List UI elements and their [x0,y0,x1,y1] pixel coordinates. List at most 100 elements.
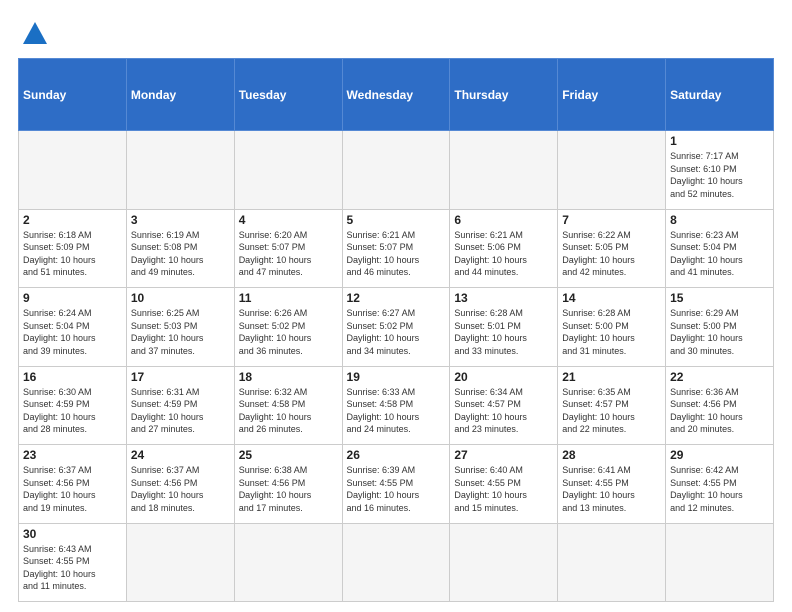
day-number: 27 [454,448,553,462]
day-info: Sunrise: 7:17 AM Sunset: 6:10 PM Dayligh… [670,150,769,200]
day-info: Sunrise: 6:28 AM Sunset: 5:01 PM Dayligh… [454,307,553,357]
day-number: 23 [23,448,122,462]
day-number: 4 [239,213,338,227]
calendar-cell: 9Sunrise: 6:24 AM Sunset: 5:04 PM Daylig… [19,288,127,367]
calendar-cell: 27 Sunrise: 6:40 AM Sunset: 4:55 PM Dayli… [450,445,558,524]
calendar-cell: 15Sunrise: 6:29 AM Sunset: 5:00 PM Dayli… [666,288,774,367]
calendar-cell: 19 Sunrise: 6:33 AM Sunset: 4:58 PM Dayli… [342,366,450,445]
logo-triangle-icon [21,20,49,48]
calendar-cell: 1Sunrise: 7:17 AM Sunset: 6:10 PM Daylig… [666,131,774,210]
day-number: 24 [131,448,230,462]
day-number: 20 [454,370,553,384]
calendar-cell: 20 Sunrise: 6:34 AM Sunset: 4:57 PM Dayli… [450,366,558,445]
weekday-thursday: Thursday [450,59,558,131]
weekday-monday: Monday [126,59,234,131]
calendar-cell: 26Sunrise: 6:39 AM Sunset: 4:55 PM Dayli… [342,445,450,524]
calendar-cell: 18 Sunrise: 6:32 AM Sunset: 4:58 PM Dayli… [234,366,342,445]
day-number: 14 [562,291,661,305]
calendar-cell [19,131,127,210]
day-number: 17 [131,370,230,384]
day-info: Sunrise: 6:29 AM Sunset: 5:00 PM Dayligh… [670,307,769,357]
calendar-cell: 7 Sunrise: 6:22 AM Sunset: 5:05 PM Daylig… [558,209,666,288]
calendar-cell: 10 Sunrise: 6:25 AM Sunset: 5:03 PM Dayli… [126,288,234,367]
calendar-cell [450,131,558,210]
day-number: 25 [239,448,338,462]
day-number: 2 [23,213,122,227]
day-info: Sunrise: 6:27 AM Sunset: 5:02 PM Dayligh… [347,307,446,357]
calendar-cell: 13 Sunrise: 6:28 AM Sunset: 5:01 PM Dayli… [450,288,558,367]
day-info: Sunrise: 6:28 AM Sunset: 5:00 PM Dayligh… [562,307,661,357]
calendar-cell: 16 Sunrise: 6:30 AM Sunset: 4:59 PM Dayli… [19,366,127,445]
calendar-cell: 12 Sunrise: 6:27 AM Sunset: 5:02 PM Dayli… [342,288,450,367]
day-number: 28 [562,448,661,462]
day-info: Sunrise: 6:21 AM Sunset: 5:06 PM Dayligh… [454,229,553,279]
calendar-week-1: 2 Sunrise: 6:18 AM Sunset: 5:09 PM Daylig… [19,209,774,288]
calendar-cell [342,131,450,210]
calendar-cell [666,523,774,602]
day-info: Sunrise: 6:42 AM Sunset: 4:55 PM Dayligh… [670,464,769,514]
calendar-cell: 14 Sunrise: 6:28 AM Sunset: 5:00 PM Dayli… [558,288,666,367]
weekday-wednesday: Wednesday [342,59,450,131]
calendar-cell: 17 Sunrise: 6:31 AM Sunset: 4:59 PM Dayli… [126,366,234,445]
weekday-tuesday: Tuesday [234,59,342,131]
day-number: 5 [347,213,446,227]
calendar-cell [126,523,234,602]
day-number: 18 [239,370,338,384]
day-number: 6 [454,213,553,227]
day-number: 11 [239,291,338,305]
day-number: 16 [23,370,122,384]
calendar-cell: 11 Sunrise: 6:26 AM Sunset: 5:02 PM Dayli… [234,288,342,367]
day-info: Sunrise: 6:34 AM Sunset: 4:57 PM Dayligh… [454,386,553,436]
day-number: 22 [670,370,769,384]
day-info: Sunrise: 6:26 AM Sunset: 5:02 PM Dayligh… [239,307,338,357]
day-number: 12 [347,291,446,305]
calendar-cell [234,523,342,602]
weekday-sunday: Sunday [19,59,127,131]
calendar-cell: 21 Sunrise: 6:35 AM Sunset: 4:57 PM Dayli… [558,366,666,445]
calendar-cell [342,523,450,602]
day-info: Sunrise: 6:37 AM Sunset: 4:56 PM Dayligh… [23,464,122,514]
day-info: Sunrise: 6:33 AM Sunset: 4:58 PM Dayligh… [347,386,446,436]
weekday-header-row: SundayMondayTuesdayWednesdayThursdayFrid… [19,59,774,131]
calendar-week-5: 30 Sunrise: 6:43 AM Sunset: 4:55 PM Dayli… [19,523,774,602]
day-info: Sunrise: 6:39 AM Sunset: 4:55 PM Dayligh… [347,464,446,514]
calendar-week-2: 9Sunrise: 6:24 AM Sunset: 5:04 PM Daylig… [19,288,774,367]
calendar-cell: 4Sunrise: 6:20 AM Sunset: 5:07 PM Daylig… [234,209,342,288]
calendar-cell: 23 Sunrise: 6:37 AM Sunset: 4:56 PM Dayli… [19,445,127,524]
calendar-cell: 25 Sunrise: 6:38 AM Sunset: 4:56 PM Dayli… [234,445,342,524]
day-number: 7 [562,213,661,227]
day-info: Sunrise: 6:43 AM Sunset: 4:55 PM Dayligh… [23,543,122,593]
calendar-cell: 28 Sunrise: 6:41 AM Sunset: 4:55 PM Dayli… [558,445,666,524]
day-info: Sunrise: 6:37 AM Sunset: 4:56 PM Dayligh… [131,464,230,514]
weekday-friday: Friday [558,59,666,131]
day-info: Sunrise: 6:18 AM Sunset: 5:09 PM Dayligh… [23,229,122,279]
day-info: Sunrise: 6:22 AM Sunset: 5:05 PM Dayligh… [562,229,661,279]
day-info: Sunrise: 6:31 AM Sunset: 4:59 PM Dayligh… [131,386,230,436]
day-number: 9 [23,291,122,305]
calendar-week-3: 16 Sunrise: 6:30 AM Sunset: 4:59 PM Dayli… [19,366,774,445]
calendar-cell: 3Sunrise: 6:19 AM Sunset: 5:08 PM Daylig… [126,209,234,288]
day-number: 13 [454,291,553,305]
day-info: Sunrise: 6:32 AM Sunset: 4:58 PM Dayligh… [239,386,338,436]
day-info: Sunrise: 6:38 AM Sunset: 4:56 PM Dayligh… [239,464,338,514]
day-number: 30 [23,527,122,541]
day-info: Sunrise: 6:25 AM Sunset: 5:03 PM Dayligh… [131,307,230,357]
day-info: Sunrise: 6:41 AM Sunset: 4:55 PM Dayligh… [562,464,661,514]
day-number: 8 [670,213,769,227]
day-info: Sunrise: 6:19 AM Sunset: 5:08 PM Dayligh… [131,229,230,279]
logo [18,18,49,48]
calendar-cell: 8Sunrise: 6:23 AM Sunset: 5:04 PM Daylig… [666,209,774,288]
day-number: 29 [670,448,769,462]
calendar-cell [450,523,558,602]
day-number: 19 [347,370,446,384]
day-info: Sunrise: 6:35 AM Sunset: 4:57 PM Dayligh… [562,386,661,436]
day-info: Sunrise: 6:40 AM Sunset: 4:55 PM Dayligh… [454,464,553,514]
day-info: Sunrise: 6:36 AM Sunset: 4:56 PM Dayligh… [670,386,769,436]
calendar-cell [126,131,234,210]
day-number: 10 [131,291,230,305]
day-number: 21 [562,370,661,384]
day-info: Sunrise: 6:30 AM Sunset: 4:59 PM Dayligh… [23,386,122,436]
calendar-cell: 30 Sunrise: 6:43 AM Sunset: 4:55 PM Dayli… [19,523,127,602]
calendar-week-4: 23 Sunrise: 6:37 AM Sunset: 4:56 PM Dayli… [19,445,774,524]
calendar-cell: 6 Sunrise: 6:21 AM Sunset: 5:06 PM Daylig… [450,209,558,288]
